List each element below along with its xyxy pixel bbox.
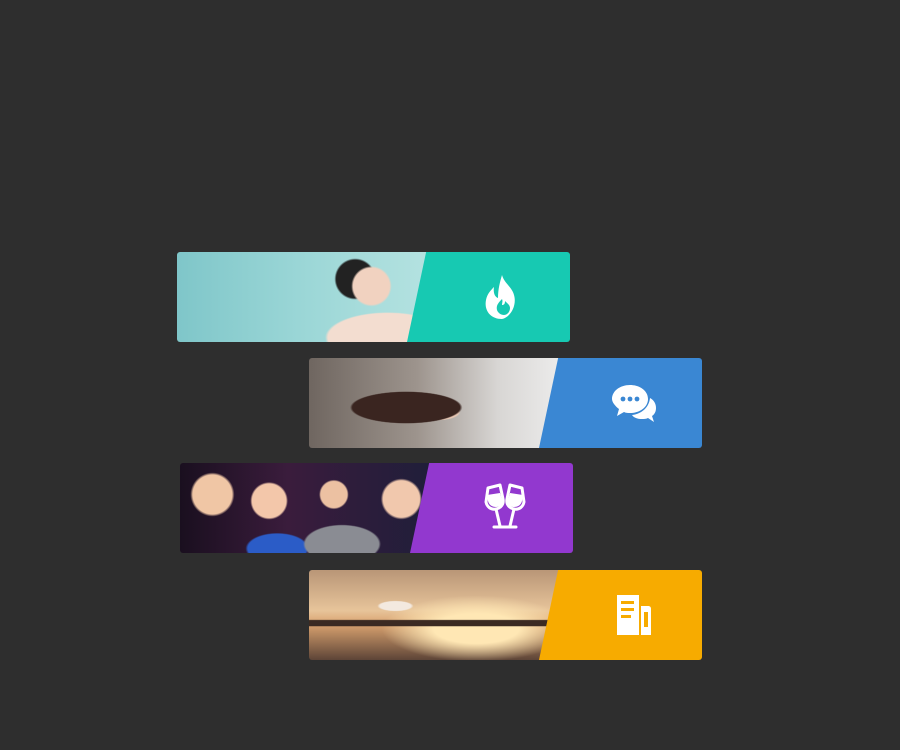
card-photo-sunset-deck <box>309 570 579 660</box>
fire-icon <box>442 252 562 342</box>
card-party[interactable] <box>180 463 573 553</box>
document-icon <box>574 570 694 660</box>
card-photo-woman-smiling <box>177 252 447 342</box>
champagne-toast-icon <box>445 463 565 553</box>
card-doc[interactable] <box>309 570 702 660</box>
card-hot[interactable] <box>177 252 570 342</box>
card-photo-group-party <box>180 463 450 553</box>
chat-bubbles-icon <box>574 358 694 448</box>
card-photo-woman-window <box>309 358 579 448</box>
card-chat[interactable] <box>309 358 702 448</box>
